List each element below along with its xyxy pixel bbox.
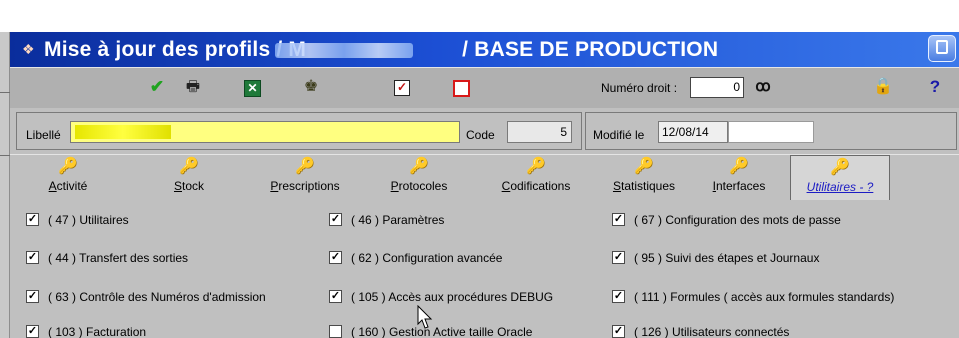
- tab-label: Utilitaires - ?: [806, 180, 874, 194]
- checkbox[interactable]: ✓: [26, 325, 39, 338]
- permission-label: ( 111 ) Formules ( accès aux formules st…: [634, 290, 895, 304]
- tab-label: Codifications: [501, 179, 571, 193]
- parent-window-frame: [0, 32, 10, 338]
- tab-stock[interactable]: 🔑 Stock: [164, 155, 214, 201]
- tab-label: Interfaces: [712, 179, 766, 193]
- help-button[interactable]: ?: [924, 76, 946, 98]
- redacted-name: [275, 43, 413, 58]
- key-icon: 🔑: [409, 158, 429, 175]
- checkbox[interactable]: ✓: [612, 213, 625, 226]
- checkbox[interactable]: ✓: [329, 251, 342, 264]
- checkbox[interactable]: ✓: [26, 290, 39, 303]
- code-input[interactable]: 5: [507, 121, 572, 143]
- permission-label: ( 103 ) Facturation: [48, 325, 147, 338]
- permission-label: ( 67 ) Configuration des mots de passe: [634, 213, 841, 227]
- libelle-value-redacted: [75, 125, 171, 139]
- modifie-label: Modifié le: [593, 128, 645, 142]
- code-label: Code: [466, 128, 495, 142]
- divider: [0, 92, 10, 93]
- key-icon: 🔑: [634, 158, 654, 175]
- title-suffix: / BASE DE PRODUCTION: [456, 38, 719, 61]
- checkbox[interactable]: ✓: [26, 251, 39, 264]
- tab-label: Prescriptions: [270, 179, 340, 193]
- app-window: ❖ Mise à jour des profils / M / BASE DE …: [0, 0, 959, 338]
- tab-utilitaires[interactable]: 🔑 Utilitaires - ?: [790, 155, 890, 201]
- numero-droit-input[interactable]: 0: [690, 77, 744, 98]
- checkbox-empty-icon[interactable]: [453, 80, 470, 97]
- checkbox[interactable]: ✓: [612, 325, 625, 338]
- key-icon: 🔑: [729, 158, 749, 175]
- title-bar[interactable]: ❖ Mise à jour des profils / M / BASE DE …: [10, 32, 959, 67]
- title-prefix: Mise à jour des profils / M: [44, 38, 307, 61]
- user-icon[interactable]: ♚: [300, 76, 322, 98]
- key-icon: 🔑: [179, 158, 199, 175]
- tab-bar: 🔑 Activité 🔑 Stock 🔑 Prescriptions 🔑 Pro…: [10, 154, 959, 201]
- tab-prescriptions[interactable]: 🔑 Prescriptions: [264, 155, 346, 201]
- key-icon: 🔑: [830, 159, 850, 176]
- checkbox[interactable]: ✓: [329, 290, 342, 303]
- key-icon: 🔑: [295, 158, 315, 175]
- app-icon: ❖: [22, 41, 35, 57]
- checkbox[interactable]: [329, 325, 342, 338]
- tab-protocoles[interactable]: 🔑 Protocoles: [384, 155, 454, 201]
- modifie-user-field: [728, 121, 814, 143]
- permission-label: ( 63 ) Contrôle des Numéros d'admission: [48, 290, 266, 304]
- tab-label: Stock: [173, 179, 205, 193]
- permission-label: ( 62 ) Configuration avancée: [351, 251, 503, 265]
- tab-interfaces[interactable]: 🔑 Interfaces: [707, 155, 771, 201]
- numero-droit-label: Numéro droit :: [601, 81, 678, 95]
- key-icon: 🔑: [526, 158, 546, 175]
- key-icon: 🔑: [58, 158, 78, 175]
- toolbar: ✔ 🖶 ✕ ♚ ✓ Numéro droit : 0 ꝏ 🔒 ?: [10, 67, 959, 108]
- checkbox-checked-icon[interactable]: ✓: [394, 80, 410, 96]
- tab-label: Activité: [48, 179, 88, 193]
- checkbox[interactable]: ✓: [612, 251, 625, 264]
- libelle-label: Libellé: [26, 128, 61, 142]
- checkbox[interactable]: ✓: [26, 213, 39, 226]
- tab-codifications[interactable]: 🔑 Codifications: [490, 155, 582, 201]
- tab-statistiques[interactable]: 🔑 Statistiques: [604, 155, 684, 201]
- permission-label: ( 160 ) Gestion Active taille Oracle: [351, 325, 533, 338]
- tab-activite[interactable]: 🔑 Activité: [38, 155, 98, 201]
- excel-icon[interactable]: ✕: [244, 80, 261, 97]
- lock-icon[interactable]: 🔒: [872, 76, 894, 98]
- profile-form: Libellé Code 5 Modifié le 12/08/14: [10, 108, 959, 154]
- mouse-cursor-icon: [417, 305, 433, 329]
- permissions-panel: ✓ ( 47 ) Utilitaires ✓ ( 46 ) Paramètres ✓…: [10, 200, 959, 338]
- binoculars-icon[interactable]: ꝏ: [752, 76, 774, 98]
- permission-label: ( 126 ) Utilisateurs connectés: [634, 325, 790, 338]
- checkbox[interactable]: ✓: [329, 213, 342, 226]
- divider: [0, 155, 10, 156]
- permission-label: ( 47 ) Utilitaires: [48, 213, 129, 227]
- tab-label: Protocoles: [390, 179, 448, 193]
- checkbox[interactable]: ✓: [612, 290, 625, 303]
- libelle-input[interactable]: [70, 121, 460, 143]
- check-icon[interactable]: ✔: [146, 76, 168, 98]
- permission-label: ( 46 ) Paramètres: [351, 213, 445, 227]
- modifie-date-field: 12/08/14: [658, 121, 728, 143]
- tab-label: Statistiques: [612, 179, 676, 193]
- permission-label: ( 95 ) Suivi des étapes et Journaux: [634, 251, 820, 265]
- restore-icon: [936, 40, 948, 54]
- printer-icon[interactable]: 🖶: [182, 76, 204, 98]
- permission-label: ( 105 ) Accès aux procédures DEBUG: [351, 290, 554, 304]
- restore-window-button[interactable]: [928, 35, 956, 62]
- permission-label: ( 44 ) Transfert des sorties: [48, 251, 189, 265]
